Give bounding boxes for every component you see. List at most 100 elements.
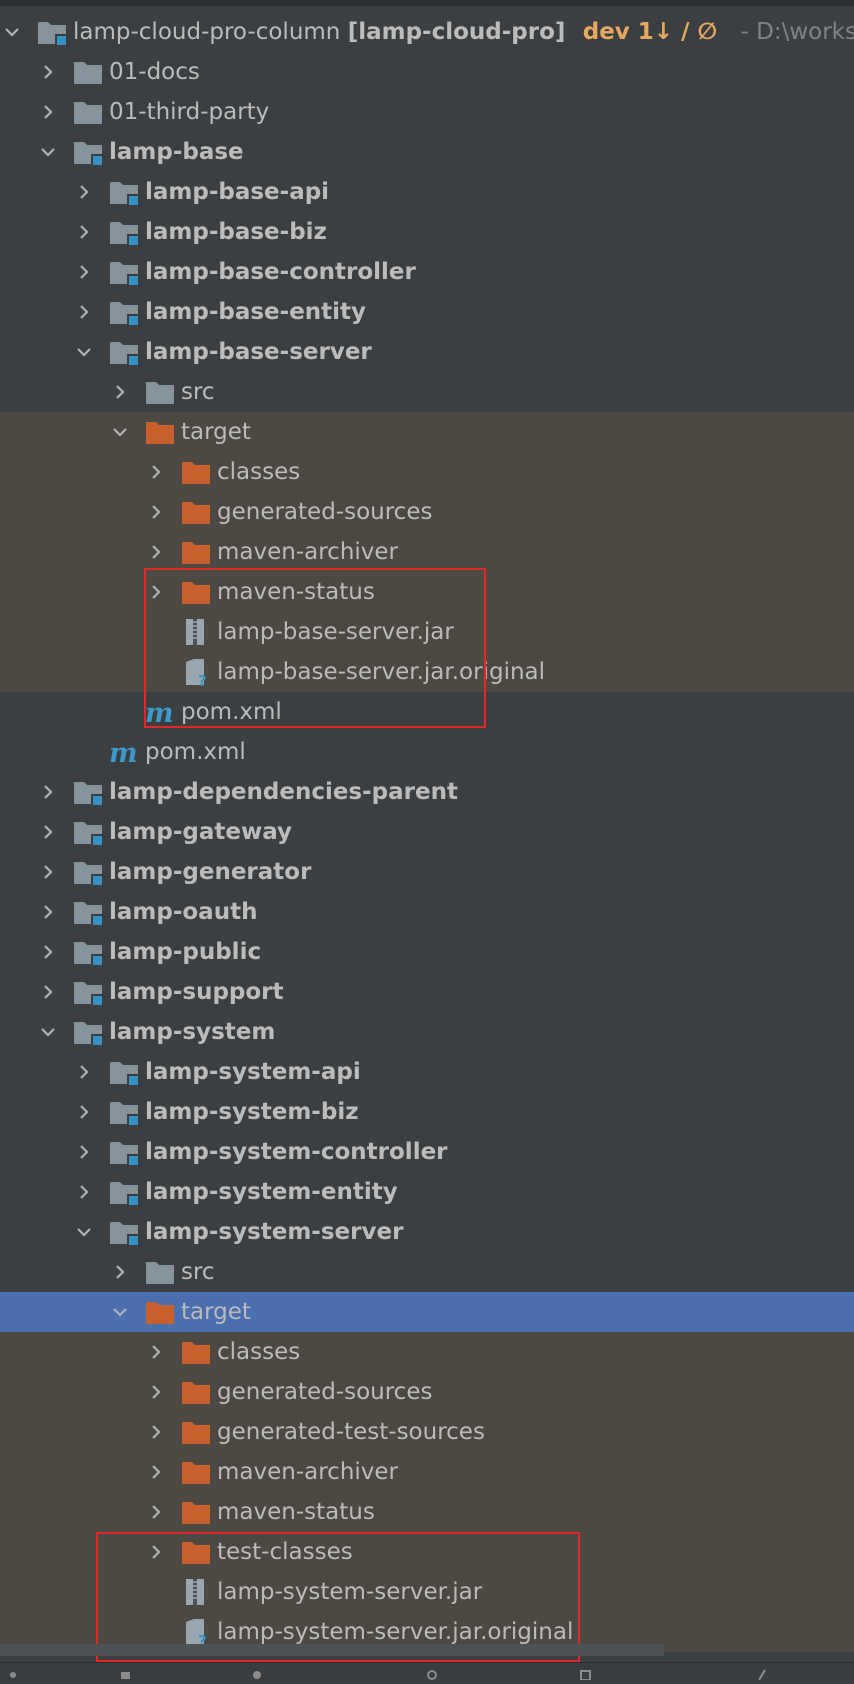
- chevron-right-icon[interactable]: [38, 862, 58, 882]
- tree-row-label: pom.xml: [145, 732, 246, 772]
- tree-row-label: lamp-system-server.jar: [217, 1572, 482, 1612]
- tree-row[interactable]: lamp-generator: [0, 852, 854, 892]
- chevron-right-icon[interactable]: [38, 102, 58, 122]
- chevron-right-icon[interactable]: [146, 1502, 166, 1522]
- tree-row-root[interactable]: lamp-cloud-pro-column [lamp-cloud-pro] d…: [0, 12, 854, 52]
- chevron-right-icon[interactable]: [74, 182, 94, 202]
- chevron-right-icon[interactable]: [146, 1382, 166, 1402]
- chevron-right-icon[interactable]: [38, 902, 58, 922]
- module-folder-icon: [72, 1017, 104, 1047]
- tree-row-label: maven-status: [217, 1492, 375, 1532]
- chevron-down-icon[interactable]: [38, 1022, 58, 1042]
- module-folder-icon: [72, 897, 104, 927]
- tree-row-label: 01-docs: [109, 52, 200, 92]
- tree-row[interactable]: lamp-system-biz: [0, 1092, 854, 1132]
- chevron-right-icon[interactable]: [146, 1542, 166, 1562]
- chevron-right-icon[interactable]: [110, 382, 130, 402]
- chevron-right-icon[interactable]: [74, 1142, 94, 1162]
- chevron-right-icon[interactable]: [146, 1422, 166, 1442]
- tree-row[interactable]: maven-status: [0, 572, 854, 612]
- tree-row[interactable]: maven-status: [0, 1492, 854, 1532]
- chevron-right-icon[interactable]: [110, 1262, 130, 1282]
- tree-row[interactable]: 01-third-party: [0, 92, 854, 132]
- tree-row[interactable]: src: [0, 1252, 854, 1292]
- tree-row[interactable]: lamp-system-controller: [0, 1132, 854, 1172]
- chevron-right-icon[interactable]: [74, 1062, 94, 1082]
- chevron-right-icon[interactable]: [146, 1462, 166, 1482]
- tree-row[interactable]: lamp-base: [0, 132, 854, 172]
- chevron-right-icon[interactable]: [74, 262, 94, 282]
- tool-icon[interactable]: [425, 1665, 439, 1679]
- module-folder-icon: [108, 1177, 140, 1207]
- tool-icon[interactable]: [118, 1665, 132, 1679]
- tree-row[interactable]: lamp-base-server.jar: [0, 612, 854, 652]
- tree-row[interactable]: maven-archiver: [0, 532, 854, 572]
- chevron-right-icon[interactable]: [38, 782, 58, 802]
- tree-row[interactable]: generated-sources: [0, 492, 854, 532]
- chevron-down-icon[interactable]: [38, 142, 58, 162]
- tree-row[interactable]: 01-docs: [0, 52, 854, 92]
- chevron-down-icon[interactable]: [74, 1222, 94, 1242]
- tree-row[interactable]: generated-sources: [0, 1372, 854, 1412]
- tree-row[interactable]: generated-test-sources: [0, 1412, 854, 1452]
- tree-row[interactable]: target: [0, 412, 854, 452]
- tree-row[interactable]: mpom.xml: [0, 692, 854, 732]
- tree-row[interactable]: src: [0, 372, 854, 412]
- chevron-down-icon[interactable]: [74, 342, 94, 362]
- module-folder-icon: [108, 337, 140, 367]
- chevron-down-icon[interactable]: [110, 1302, 130, 1322]
- tree-row[interactable]: lamp-public: [0, 932, 854, 972]
- tree-row[interactable]: lamp-support: [0, 972, 854, 1012]
- tree-row[interactable]: test-classes: [0, 1532, 854, 1572]
- tool-icon[interactable]: [578, 1665, 592, 1679]
- tool-icon[interactable]: [6, 1665, 20, 1679]
- tree-row[interactable]: target: [0, 1292, 854, 1332]
- chevron-down-icon[interactable]: [110, 422, 130, 442]
- tree-row[interactable]: lamp-base-biz: [0, 212, 854, 252]
- chevron-right-icon[interactable]: [38, 822, 58, 842]
- chevron-right-icon[interactable]: [38, 942, 58, 962]
- tree-row[interactable]: maven-archiver: [0, 1452, 854, 1492]
- chevron-right-icon[interactable]: [146, 462, 166, 482]
- chevron-right-icon[interactable]: [146, 502, 166, 522]
- tree-row-label: target: [181, 412, 251, 452]
- chevron-right-icon[interactable]: [146, 1342, 166, 1362]
- project-tree[interactable]: lamp-cloud-pro-column [lamp-cloud-pro] d…: [0, 12, 854, 1652]
- tree-row[interactable]: lamp-oauth: [0, 892, 854, 932]
- tree-row-label: lamp-base-server.jar: [217, 612, 454, 652]
- tree-row[interactable]: mpom.xml: [0, 732, 854, 772]
- module-folder-icon: [108, 177, 140, 207]
- tree-row[interactable]: lamp-base-api: [0, 172, 854, 212]
- chevron-right-icon[interactable]: [38, 982, 58, 1002]
- tool-icon[interactable]: [250, 1665, 264, 1679]
- chevron-right-icon[interactable]: [74, 222, 94, 242]
- chevron-right-icon[interactable]: [146, 542, 166, 562]
- tree-row[interactable]: ?lamp-base-server.jar.original: [0, 652, 854, 692]
- tree-row[interactable]: classes: [0, 1332, 854, 1372]
- tree-row[interactable]: lamp-dependencies-parent: [0, 772, 854, 812]
- tree-row-label: lamp-base-entity: [145, 292, 366, 332]
- tree-row[interactable]: lamp-system-api: [0, 1052, 854, 1092]
- tree-row[interactable]: classes: [0, 452, 854, 492]
- tree-row[interactable]: lamp-system-entity: [0, 1172, 854, 1212]
- chevron-right-icon[interactable]: [74, 302, 94, 322]
- tree-row[interactable]: lamp-system-server: [0, 1212, 854, 1252]
- excluded-folder-icon: [180, 577, 212, 607]
- folder-icon: [72, 57, 104, 87]
- tree-row[interactable]: lamp-base-server: [0, 332, 854, 372]
- tool-icon[interactable]: [755, 1665, 769, 1679]
- tree-row[interactable]: lamp-system-server.jar: [0, 1572, 854, 1612]
- chevron-right-icon[interactable]: [74, 1102, 94, 1122]
- chevron-down-icon[interactable]: [2, 22, 22, 42]
- tree-row[interactable]: lamp-base-controller: [0, 252, 854, 292]
- tree-row[interactable]: lamp-gateway: [0, 812, 854, 852]
- tree-row[interactable]: lamp-system: [0, 1012, 854, 1052]
- chevron-right-icon[interactable]: [146, 582, 166, 602]
- module-folder-icon: [72, 817, 104, 847]
- chevron-right-icon[interactable]: [38, 62, 58, 82]
- horizontal-scrollbar[interactable]: [0, 1644, 664, 1656]
- bottom-toolbar: [0, 1662, 854, 1681]
- module-folder-icon: [72, 977, 104, 1007]
- chevron-right-icon[interactable]: [74, 1182, 94, 1202]
- tree-row[interactable]: lamp-base-entity: [0, 292, 854, 332]
